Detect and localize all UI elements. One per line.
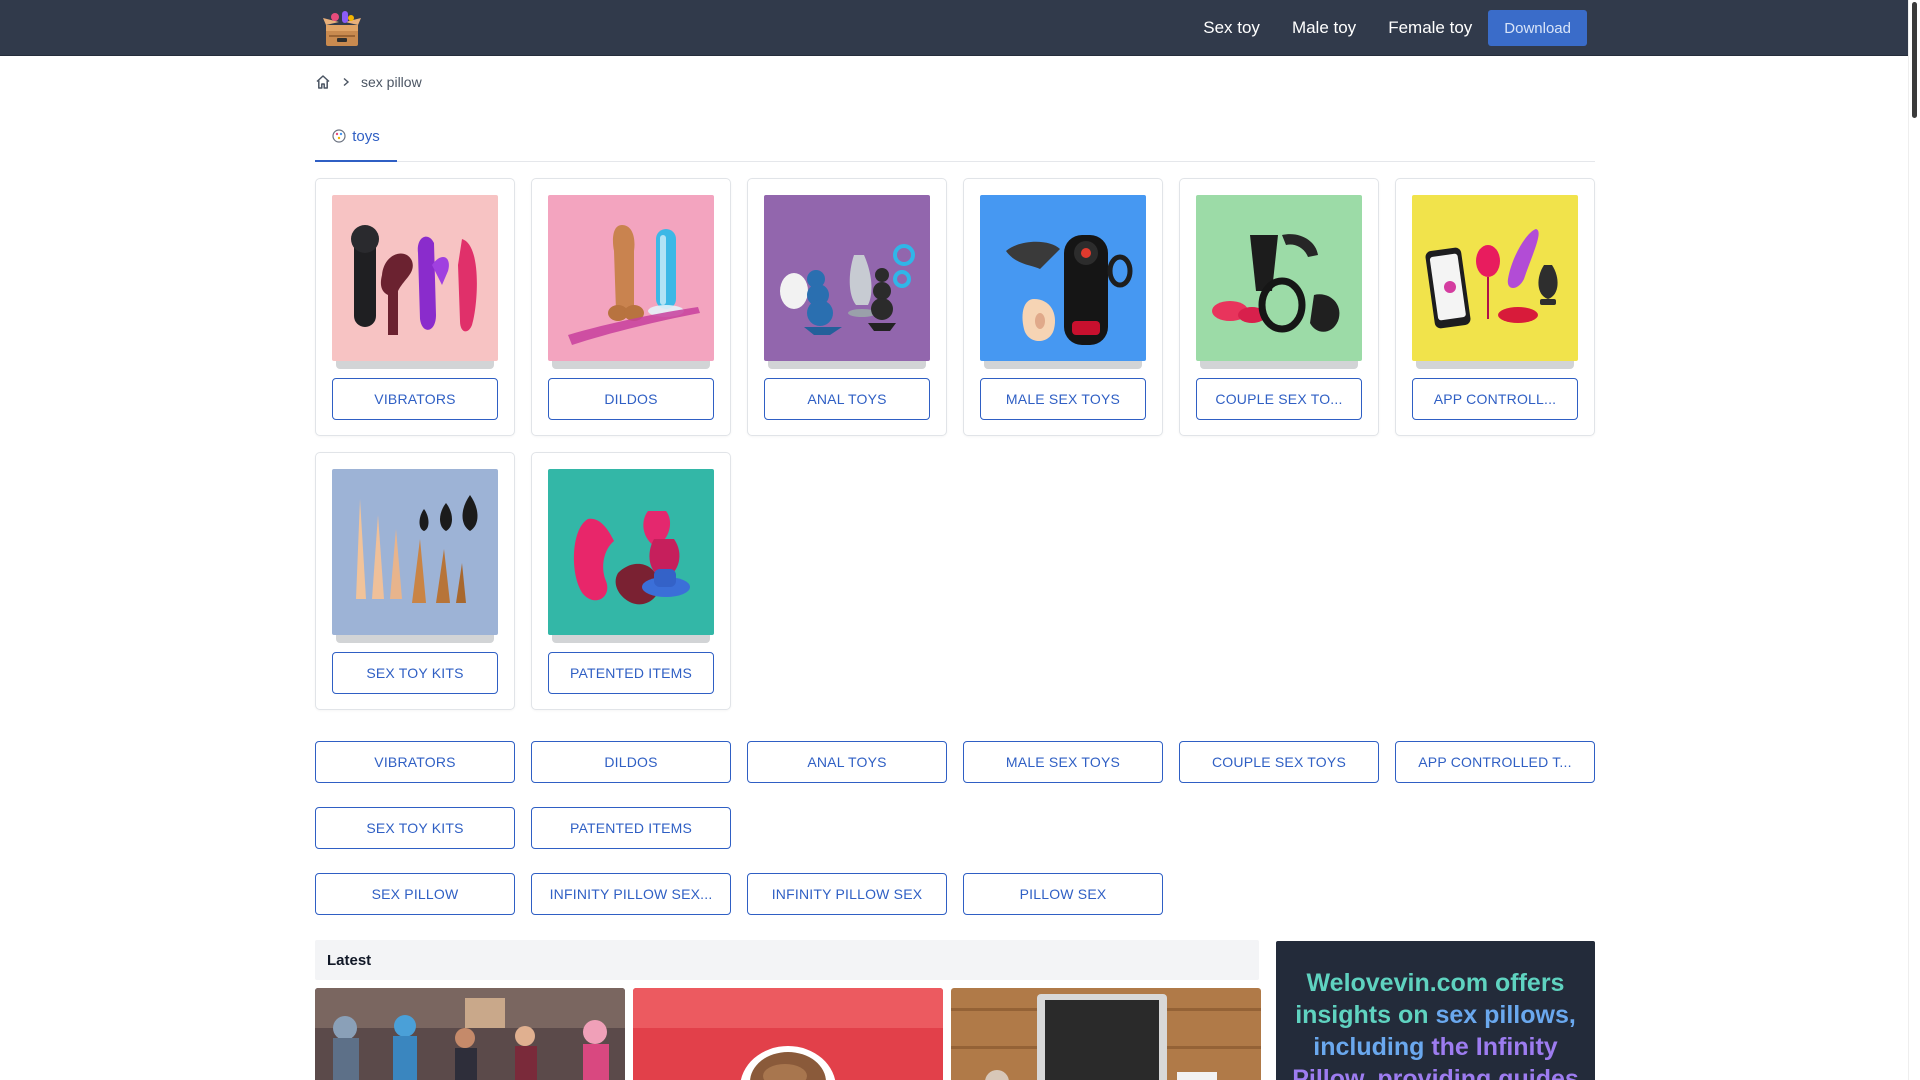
- sex-toy-kits-image[interactable]: [332, 469, 498, 635]
- male-sex-toys-image[interactable]: [980, 195, 1146, 361]
- tab-toys[interactable]: toys: [315, 112, 397, 162]
- latest-post-thumbnail[interactable]: [315, 988, 625, 1080]
- app-controlled-toys-image[interactable]: [1412, 195, 1578, 361]
- tag-sex-toy-kits[interactable]: SEX TOY KITS: [315, 807, 515, 849]
- home-icon[interactable]: [315, 74, 331, 90]
- patented-items-image[interactable]: [548, 469, 714, 635]
- category-card-app-controlled-toys[interactable]: APP CONTROLL...: [1395, 178, 1595, 436]
- card-image-shadow: [1200, 361, 1358, 369]
- tag-anal-toys[interactable]: ANAL TOYS: [747, 741, 947, 783]
- tag-dildos[interactable]: DILDOS: [531, 741, 731, 783]
- toy-box-icon: [332, 129, 346, 143]
- tag-vibrators[interactable]: VIBRATORS: [315, 741, 515, 783]
- tag-app-controlled-toys[interactable]: APP CONTROLLED T...: [1395, 741, 1595, 783]
- card-bg: [980, 195, 1146, 361]
- card-image-shadow: [336, 635, 494, 643]
- category-button-sex-toy-kits[interactable]: SEX TOY KITS: [332, 652, 498, 694]
- tag-infinity-pillow-sex[interactable]: INFINITY PILLOW SEX: [747, 873, 947, 915]
- tag-patented-items[interactable]: PATENTED ITEMS: [531, 807, 731, 849]
- latest-title: Latest: [327, 951, 372, 969]
- anal-toys-image[interactable]: [764, 195, 930, 361]
- tag-couple-sex-toys[interactable]: COUPLE SEX TOYS: [1179, 741, 1379, 783]
- promo-panel: Welovevin.com offers insights on sex pil…: [1276, 941, 1595, 1080]
- nav-sex-toy[interactable]: Sex toy: [1203, 10, 1260, 46]
- category-button-patented-items[interactable]: PATENTED ITEMS: [548, 652, 714, 694]
- tab-toys-label: toys: [352, 127, 380, 145]
- card-bg: [548, 469, 714, 635]
- vibrators-image[interactable]: [332, 195, 498, 361]
- breadcrumb: sex pillow: [315, 72, 422, 92]
- category-button-male-sex-toys[interactable]: MALE SEX TOYS: [980, 378, 1146, 420]
- category-card-male-sex-toys[interactable]: MALE SEX TOYS: [963, 178, 1163, 436]
- promo-text: Welovevin.com offers insights on sex pil…: [1286, 967, 1585, 1080]
- card-bg: [332, 469, 498, 635]
- promo-text-part: sex pillows: [1435, 1001, 1569, 1029]
- category-card-sex-toy-kits[interactable]: SEX TOY KITS: [315, 452, 515, 710]
- page-scrollbar[interactable]: [1908, 0, 1920, 1080]
- couple-sex-toys-image[interactable]: [1196, 195, 1362, 361]
- scrollbar-thumb[interactable]: [1912, 2, 1917, 118]
- category-card-vibrators[interactable]: VIBRATORS: [315, 178, 515, 436]
- category-tabs: toys: [315, 112, 1595, 162]
- toy-box-logo-icon[interactable]: [323, 8, 361, 48]
- latest-post-thumbnail[interactable]: [951, 988, 1261, 1080]
- navbar-inner: Sex toy Male toy Female toy Download: [315, 0, 1595, 56]
- category-card-anal-toys[interactable]: ANAL TOYS: [747, 178, 947, 436]
- card-image-shadow: [552, 635, 710, 643]
- main-nav: Sex toy Male toy Female toy Download: [1203, 10, 1595, 46]
- category-button-dildos[interactable]: DILDOS: [548, 378, 714, 420]
- category-card-dildos[interactable]: DILDOS: [531, 178, 731, 436]
- dildos-image[interactable]: [548, 195, 714, 361]
- tag-infinity-pillow-sex-truncated[interactable]: INFINITY PILLOW SEX...: [531, 873, 731, 915]
- category-button-vibrators[interactable]: VIBRATORS: [332, 378, 498, 420]
- card-image-shadow: [336, 361, 494, 369]
- category-button-couple-sex-toys[interactable]: COUPLE SEX TO...: [1196, 378, 1362, 420]
- chevron-right-icon: [343, 77, 350, 87]
- category-card-patented-items[interactable]: PATENTED ITEMS: [531, 452, 731, 710]
- latest-section-header: Latest: [315, 940, 1259, 980]
- card-image-shadow: [984, 361, 1142, 369]
- category-button-app-controlled-toys[interactable]: APP CONTROLL...: [1412, 378, 1578, 420]
- category-button-anal-toys[interactable]: ANAL TOYS: [764, 378, 930, 420]
- tag-sex-pillow[interactable]: SEX PILLOW: [315, 873, 515, 915]
- top-navbar: Sex toy Male toy Female toy Download: [0, 0, 1908, 56]
- tag-male-sex-toys[interactable]: MALE SEX TOYS: [963, 741, 1163, 783]
- tag-pillow-sex[interactable]: PILLOW SEX: [963, 873, 1163, 915]
- card-image-shadow: [768, 361, 926, 369]
- card-image-shadow: [1416, 361, 1574, 369]
- nav-female-toy[interactable]: Female toy: [1388, 10, 1472, 46]
- nav-male-toy[interactable]: Male toy: [1292, 10, 1356, 46]
- latest-post-thumbnail[interactable]: [633, 988, 943, 1080]
- download-button[interactable]: Download: [1488, 10, 1587, 46]
- category-card-couple-sex-toys[interactable]: COUPLE SEX TO...: [1179, 178, 1379, 436]
- breadcrumb-current: sex pillow: [361, 74, 422, 90]
- card-image-shadow: [552, 361, 710, 369]
